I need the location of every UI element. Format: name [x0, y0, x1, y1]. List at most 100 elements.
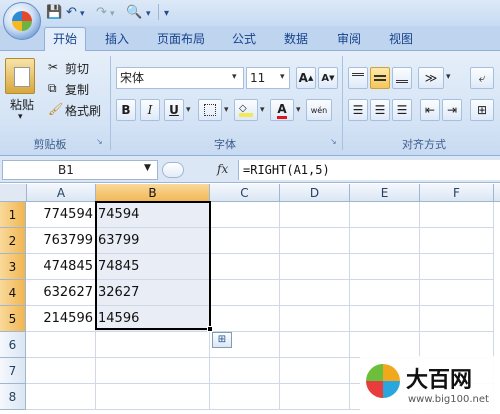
orientation-button[interactable]: ≫ — [418, 67, 444, 89]
tab-data[interactable]: 数据 — [284, 30, 308, 47]
clipboard-launcher-icon[interactable]: ↘ — [96, 137, 103, 146]
bold-button[interactable]: B — [116, 99, 136, 121]
cell-f6[interactable] — [420, 332, 494, 358]
qat-customize-icon[interactable]: ▾ — [146, 9, 151, 19]
cell-c5[interactable] — [210, 306, 280, 332]
copy-icon[interactable]: ⧉ — [48, 81, 57, 96]
column-header-b[interactable]: B — [96, 184, 210, 202]
paste-icon[interactable] — [5, 58, 35, 94]
shrink-font-button[interactable]: A ▼ — [318, 67, 338, 89]
orientation-dropdown-icon[interactable]: ▾ — [446, 72, 451, 82]
underline-dropdown-icon[interactable]: ▾ — [186, 105, 191, 115]
cut-icon[interactable]: ✂ — [48, 60, 58, 74]
font-size-dropdown-icon[interactable]: ▾ — [280, 72, 285, 82]
redo-icon[interactable]: ↷ — [96, 5, 107, 20]
font-name-combo[interactable]: 宋体 — [116, 67, 244, 89]
cell-b4[interactable]: 32627 — [96, 280, 210, 306]
fill-color-dropdown-icon[interactable]: ▾ — [260, 105, 265, 115]
cell-c4[interactable] — [210, 280, 280, 306]
select-all-corner[interactable] — [0, 184, 27, 202]
cell-e3[interactable] — [350, 254, 420, 280]
cell-b3[interactable]: 74845 — [96, 254, 210, 280]
cell-d4[interactable] — [280, 280, 350, 306]
font-launcher-icon[interactable]: ↘ — [330, 137, 337, 146]
row-header[interactable]: 6 — [0, 332, 26, 358]
cell-a1[interactable]: 774594 — [26, 202, 96, 228]
cell-a4[interactable]: 632627 — [26, 280, 96, 306]
cell-e4[interactable] — [350, 280, 420, 306]
qat-more-icon[interactable]: ▾ — [164, 8, 169, 19]
cell-f4[interactable] — [420, 280, 494, 306]
cell-c8[interactable] — [210, 384, 280, 410]
cell-a5[interactable]: 214596 — [26, 306, 96, 332]
font-color-dropdown-icon[interactable]: ▾ — [296, 105, 301, 115]
save-icon[interactable]: 💾 — [46, 5, 62, 20]
formula-input[interactable]: =RIGHT(A1,5) — [238, 160, 500, 180]
row-header[interactable]: 7 — [0, 358, 26, 384]
cell-c2[interactable] — [210, 228, 280, 254]
format-painter-button[interactable]: 格式刷 — [65, 102, 101, 119]
column-header-c[interactable]: C — [210, 184, 280, 202]
cell-f3[interactable] — [420, 254, 494, 280]
cell-b7[interactable] — [96, 358, 210, 384]
cell-a3[interactable]: 474845 — [26, 254, 96, 280]
insert-function-icon[interactable]: fx — [217, 162, 228, 176]
fill-color-button[interactable]: ◇ — [234, 99, 258, 121]
column-header-f[interactable]: F — [420, 184, 494, 202]
office-button[interactable] — [3, 2, 41, 40]
cell-d3[interactable] — [280, 254, 350, 280]
tab-review[interactable]: 审阅 — [337, 30, 361, 47]
tab-formulas[interactable]: 公式 — [232, 30, 256, 47]
font-color-button[interactable]: A — [270, 99, 294, 121]
grow-font-button[interactable]: A ▲ — [296, 67, 316, 89]
cell-a8[interactable] — [26, 384, 96, 410]
cut-button[interactable]: 剪切 — [65, 60, 89, 77]
cell-d7[interactable] — [280, 358, 350, 384]
tab-view[interactable]: 视图 — [389, 30, 413, 47]
cell-b8[interactable] — [96, 384, 210, 410]
cell-d1[interactable] — [280, 202, 350, 228]
auto-fill-options-icon[interactable]: ⊞ — [212, 332, 232, 348]
paste-button[interactable]: 粘贴 — [10, 96, 34, 113]
italic-button[interactable]: I — [140, 99, 160, 121]
align-right-button[interactable]: ☰ — [392, 99, 412, 121]
cell-a7[interactable] — [26, 358, 96, 384]
merge-center-button[interactable]: ⊞ — [470, 99, 494, 121]
wrap-text-button[interactable]: ⤶ — [470, 67, 494, 89]
cell-d8[interactable] — [280, 384, 350, 410]
borders-button[interactable] — [198, 99, 222, 121]
align-left-button[interactable]: ☰ — [348, 99, 368, 121]
copy-button[interactable]: 复制 — [65, 81, 89, 98]
font-name-dropdown-icon[interactable]: ▾ — [232, 72, 237, 82]
cell-d6[interactable] — [280, 332, 350, 358]
formula-bar-resize-handle[interactable] — [162, 162, 184, 178]
borders-dropdown-icon[interactable]: ▾ — [224, 105, 229, 115]
cell-c1[interactable] — [210, 202, 280, 228]
cell-f5[interactable] — [420, 306, 494, 332]
cell-d2[interactable] — [280, 228, 350, 254]
cell-b6[interactable] — [96, 332, 210, 358]
name-box-dropdown-icon[interactable]: ▼ — [144, 163, 151, 173]
cell-f2[interactable] — [420, 228, 494, 254]
align-center-button[interactable]: ☰ — [370, 99, 390, 121]
bottom-align-button[interactable] — [392, 67, 412, 89]
cell-b5[interactable]: 14596 — [96, 306, 210, 332]
undo-dropdown-icon[interactable]: ▾ — [80, 9, 85, 19]
tab-home[interactable]: 开始 — [44, 27, 86, 51]
cell-c3[interactable] — [210, 254, 280, 280]
row-header[interactable]: 4 — [0, 280, 26, 306]
row-header[interactable]: 8 — [0, 384, 26, 410]
cell-a2[interactable]: 763799 — [26, 228, 96, 254]
row-header[interactable]: 1 — [0, 202, 26, 228]
format-painter-icon[interactable]: 🖌 — [48, 102, 63, 116]
column-header-d[interactable]: D — [280, 184, 350, 202]
tab-insert[interactable]: 插入 — [105, 30, 129, 47]
underline-button[interactable]: U — [164, 99, 184, 121]
paste-dropdown-icon[interactable]: ▾ — [18, 112, 23, 122]
row-header[interactable]: 5 — [0, 306, 26, 332]
cell-b1[interactable]: 74594 — [96, 202, 210, 228]
print-preview-icon[interactable]: 🔍 — [126, 5, 142, 20]
cell-e1[interactable] — [350, 202, 420, 228]
cell-f1[interactable] — [420, 202, 494, 228]
row-header[interactable]: 3 — [0, 254, 26, 280]
